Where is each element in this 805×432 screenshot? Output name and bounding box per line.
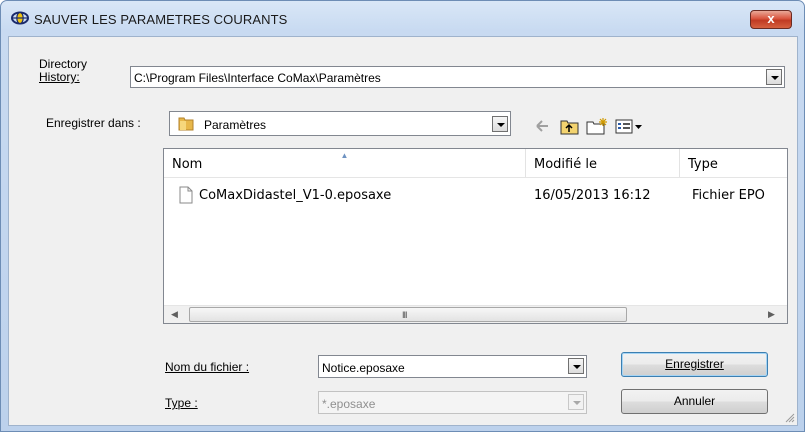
save-button-label: Enregistrer	[665, 357, 724, 371]
save-in-value: Paramètres	[204, 118, 267, 132]
cancel-button-label: Annuler	[673, 394, 716, 408]
close-icon: x	[767, 11, 775, 26]
file-row-name[interactable]: CoMaxDidastel_V1-0.eposaxe	[199, 188, 391, 203]
column-header-name-label: Nom	[172, 157, 203, 172]
save-in-combo[interactable]: Paramètres	[169, 111, 511, 136]
file-row-type: Fichier EPO	[692, 188, 765, 203]
scroll-right-icon[interactable]: ▶	[768, 309, 775, 320]
file-name-input[interactable]: Notice.eposaxe	[322, 361, 405, 375]
cancel-button[interactable]: Annuler	[621, 389, 768, 414]
title-bar[interactable]: SAUVER LES PARAMETRES COURANTS x	[1, 1, 804, 36]
up-folder-icon[interactable]	[560, 117, 579, 135]
header-divider	[164, 177, 787, 178]
column-header-type-label: Type	[688, 157, 718, 172]
folder-icon	[178, 117, 194, 131]
app-logo-icon	[11, 11, 29, 25]
file-type-combo: *.eposaxe	[318, 391, 587, 414]
window-title: SAUVER LES PARAMETRES COURANTS	[34, 12, 288, 27]
chevron-down-icon[interactable]	[766, 69, 782, 85]
file-type-label: Type :	[165, 396, 198, 410]
save-button[interactable]: Enregistrer	[621, 352, 768, 377]
file-icon	[179, 186, 193, 204]
scrollbar-thumb[interactable]: III	[189, 307, 627, 322]
directory-history-value: C:\Program Files\Interface CoMax\Paramèt…	[134, 71, 381, 85]
dialog-body: Directory History: C:\Program Files\Inte…	[8, 36, 798, 426]
back-arrow-icon[interactable]	[535, 117, 549, 135]
column-header-name[interactable]: ▲ Nom	[164, 149, 526, 177]
view-menu-icon[interactable]	[615, 117, 643, 135]
sort-ascending-icon: ▲	[340, 151, 349, 160]
column-header-type[interactable]: Type	[680, 149, 787, 177]
directory-history-label: Directory History:	[39, 58, 87, 84]
file-type-value: *.eposaxe	[322, 397, 376, 411]
horizontal-scrollbar[interactable]: ◀ III ▶	[164, 305, 787, 323]
chevron-down-icon[interactable]	[492, 116, 508, 132]
save-in-label: Enregistrer dans :	[46, 116, 141, 130]
chevron-down-icon[interactable]	[568, 358, 584, 374]
new-folder-icon[interactable]	[586, 117, 608, 135]
directory-history-combo[interactable]: C:\Program Files\Interface CoMax\Paramèt…	[130, 66, 785, 88]
directory-history-label-line2: History:	[39, 70, 80, 84]
file-row-modified: 16/05/2013 16:12	[534, 188, 651, 203]
column-header-modified-label: Modifié le	[534, 157, 597, 172]
close-button[interactable]: x	[750, 10, 792, 29]
file-list[interactable]: ▲ Nom Modifié le Type CoMaxDidastel_V1-0…	[163, 148, 788, 324]
file-name-combo[interactable]: Notice.eposaxe	[318, 355, 587, 378]
chevron-down-icon	[568, 394, 584, 410]
resize-grip-icon[interactable]	[783, 411, 795, 423]
scroll-left-icon[interactable]: ◀	[171, 309, 178, 320]
column-header-modified[interactable]: Modifié le	[526, 149, 680, 177]
dialog-window: SAUVER LES PARAMETRES COURANTS x Directo…	[0, 0, 805, 432]
scroll-grip: III	[402, 310, 407, 320]
file-name-label: Nom du fichier :	[165, 360, 250, 374]
